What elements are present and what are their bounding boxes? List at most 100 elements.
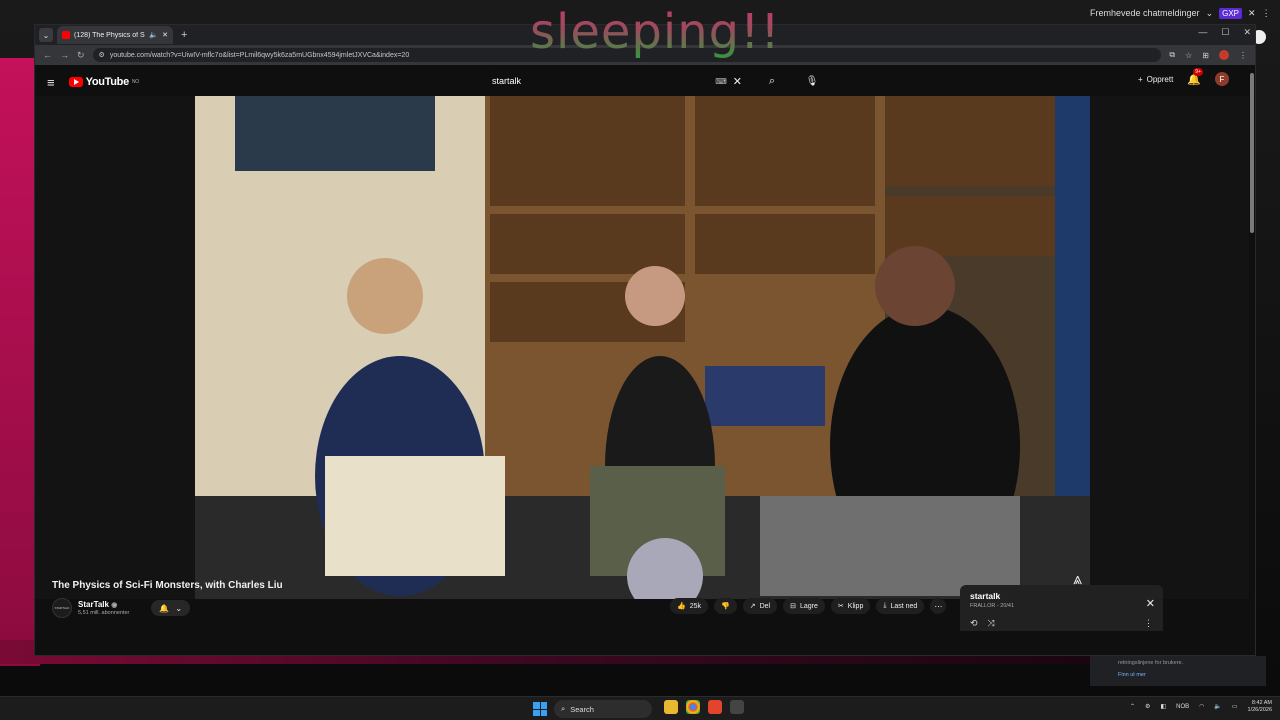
network-icon[interactable]: ◧ [1160, 703, 1166, 710]
search-bar: startalk ⌨ ✕ ⌕ 🎙 [483, 70, 823, 92]
side-panel-behind: retningslinjene for brukere. Finn ut mer [1090, 656, 1266, 686]
plus-icon: + [1137, 74, 1143, 84]
brave-icon[interactable] [708, 700, 722, 714]
save-icon: ⊟ [790, 603, 796, 610]
notifications-button[interactable]: 🔔 9+ [1187, 67, 1203, 86]
profile-icon[interactable] [1219, 50, 1229, 60]
clip-button[interactable]: ✂ Klipp [830, 598, 871, 614]
save-label: Lagre [800, 602, 818, 610]
taskbar-search-label: Search [570, 704, 594, 714]
video-title: The Physics of Sci-Fi Monsters, with Cha… [52, 580, 283, 591]
chrome-icon[interactable] [686, 700, 700, 714]
reload-icon[interactable]: ↻ [77, 50, 85, 61]
youtube-country-code: NO [131, 79, 139, 85]
file-explorer-icon[interactable] [664, 700, 678, 714]
search-icon: ⌕ [768, 74, 776, 87]
site-info-icon[interactable]: ⚙ [99, 51, 105, 59]
taskbar-search[interactable]: ⌕ Search [554, 700, 652, 718]
clock[interactable]: 8:42 AM 1/26/2026 [1248, 700, 1272, 713]
youtube-header: ≡ YouTube NO startalk ⌨ ✕ ⌕ 🎙 + Opprett … [35, 67, 1255, 97]
close-window-icon[interactable]: ✕ [1243, 27, 1251, 38]
save-button[interactable]: ⊟ Lagre [783, 598, 825, 614]
language-indicator[interactable]: NOB [1176, 704, 1189, 710]
clear-search-icon[interactable]: ✕ [733, 75, 742, 88]
url-text: youtube.com/watch?v=UiwIV-mflc7o&list=PL… [109, 51, 410, 59]
bookmark-star-icon[interactable]: ☆ [1185, 51, 1192, 60]
start-tile [533, 709, 540, 716]
scrollbar-thumb[interactable] [1250, 73, 1254, 233]
download-icon: ⤓ [883, 602, 887, 609]
overlay-text: sleeping!! [530, 4, 781, 60]
verified-icon: ◉ [111, 602, 118, 609]
video-actions: 👍 25k 👎 ↗ Del ⊟ Lagre ✂ Klipp ⤓ Last ned… [670, 598, 947, 614]
chevron-up-icon[interactable]: ⌃ [1130, 703, 1135, 710]
dislike-button[interactable]: 👎 [714, 598, 737, 614]
like-count: 25k [689, 602, 702, 610]
youtube-play-icon [68, 77, 83, 87]
tray-icon[interactable]: ⚙ [1145, 703, 1150, 710]
loop-icon[interactable]: ⟲ [970, 618, 978, 629]
window-controls: — ☐ ✕ [1198, 27, 1251, 38]
clock-time: 8:42 AM [1251, 700, 1272, 706]
windows-start-icon[interactable] [533, 702, 547, 716]
tab-title: (128) The Physics of Sci-Fi M [74, 31, 145, 39]
chat-label: Fremhevede chatmeldinger [1090, 8, 1200, 18]
app-icon[interactable] [730, 700, 744, 714]
volume-icon[interactable]: 🔈 [1214, 703, 1221, 710]
taskbar-apps [664, 700, 744, 714]
video-player[interactable]: ⩓ [195, 96, 1090, 599]
tab-active[interactable]: (128) The Physics of Sci-Fi M 🔈 ✕ [57, 26, 173, 44]
search-input[interactable]: startalk ⌨ ✕ [483, 70, 751, 92]
start-tile [540, 702, 547, 709]
forward-icon[interactable]: → [60, 50, 69, 60]
search-value: startalk [492, 76, 522, 86]
close-playlist-icon[interactable]: ✕ [1146, 597, 1155, 610]
tab-search-icon[interactable]: ⌄ [39, 28, 53, 42]
learn-more-link[interactable]: Finn ut mer [1118, 672, 1238, 678]
chat-badge: GXP [1219, 7, 1243, 19]
share-icon: ↗ [749, 603, 756, 610]
battery-icon[interactable]: ▭ [1232, 703, 1238, 710]
hamburger-menu-icon[interactable]: ≡ [47, 75, 55, 90]
playlist-title[interactable]: startalk [970, 591, 1153, 601]
like-button[interactable]: 👍 25k [670, 598, 709, 614]
download-button[interactable]: ⤓ Last ned [876, 598, 925, 614]
shuffle-icon[interactable]: ⤨ [988, 618, 995, 629]
page-scrollbar[interactable] [1249, 69, 1255, 655]
youtube-logo[interactable]: YouTube NO [68, 76, 139, 88]
microphone-icon: 🎙 [805, 75, 819, 87]
subscription-bell-button[interactable]: 🔔 ⌄ [151, 600, 191, 616]
channel-avatar[interactable]: STARTALK [52, 598, 72, 618]
minimize-icon[interactable]: — [1198, 27, 1207, 38]
wifi-icon[interactable]: ◠ [1199, 703, 1204, 710]
maximize-icon[interactable]: ☐ [1221, 27, 1229, 38]
extension-icon[interactable]: ⊞ [1202, 51, 1209, 60]
browser-window: ⌄ (128) The Physics of Sci-Fi M 🔈 ✕ + — … [34, 24, 1256, 656]
featured-chat-bar[interactable]: Fremhevede chatmeldinger ⌄ GXP ✕ ⋮ [1082, 2, 1280, 24]
chevron-down-icon[interactable]: ⌄ [1206, 8, 1214, 19]
start-tile [540, 709, 547, 716]
tab-close-icon[interactable]: ✕ [162, 31, 168, 39]
close-icon[interactable]: ✕ [1248, 8, 1256, 19]
video-player-area: ⩓ [35, 96, 1255, 599]
speaker-icon[interactable]: 🔈 [149, 31, 158, 39]
header-actions: + Opprett 🔔 9+ F [1138, 67, 1229, 86]
more-actions-button[interactable]: ⋯ [930, 598, 947, 614]
more-icon[interactable]: ⋮ [1262, 8, 1271, 19]
browser-menu-icon[interactable]: ⋮ [1239, 51, 1247, 60]
create-button[interactable]: + Opprett [1138, 75, 1173, 84]
share-button[interactable]: ↗ Del [742, 598, 778, 614]
system-tray: ⌃ ⚙ ◧ NOB ◠ 🔈 ▭ 8:42 AM 1/26/2026 [1130, 700, 1272, 713]
channel-info: StarTalk ◉ 5,51 mill. abonnenter [78, 600, 129, 616]
playlist-more-icon[interactable]: ⋮ [1144, 618, 1153, 629]
keyboard-icon[interactable]: ⌨ [715, 77, 727, 86]
avatar[interactable]: F [1215, 72, 1229, 86]
download-label: Last ned [890, 602, 918, 610]
install-icon[interactable]: ⧉ [1169, 50, 1175, 60]
voice-search-button[interactable]: 🎙 [801, 70, 823, 92]
new-tab-icon[interactable]: + [177, 29, 187, 41]
thumbs-up-icon: 👍 [677, 603, 686, 610]
back-icon[interactable]: ← [43, 50, 52, 60]
search-button[interactable]: ⌕ [757, 70, 787, 92]
channel-name[interactable]: StarTalk ◉ [78, 600, 129, 609]
